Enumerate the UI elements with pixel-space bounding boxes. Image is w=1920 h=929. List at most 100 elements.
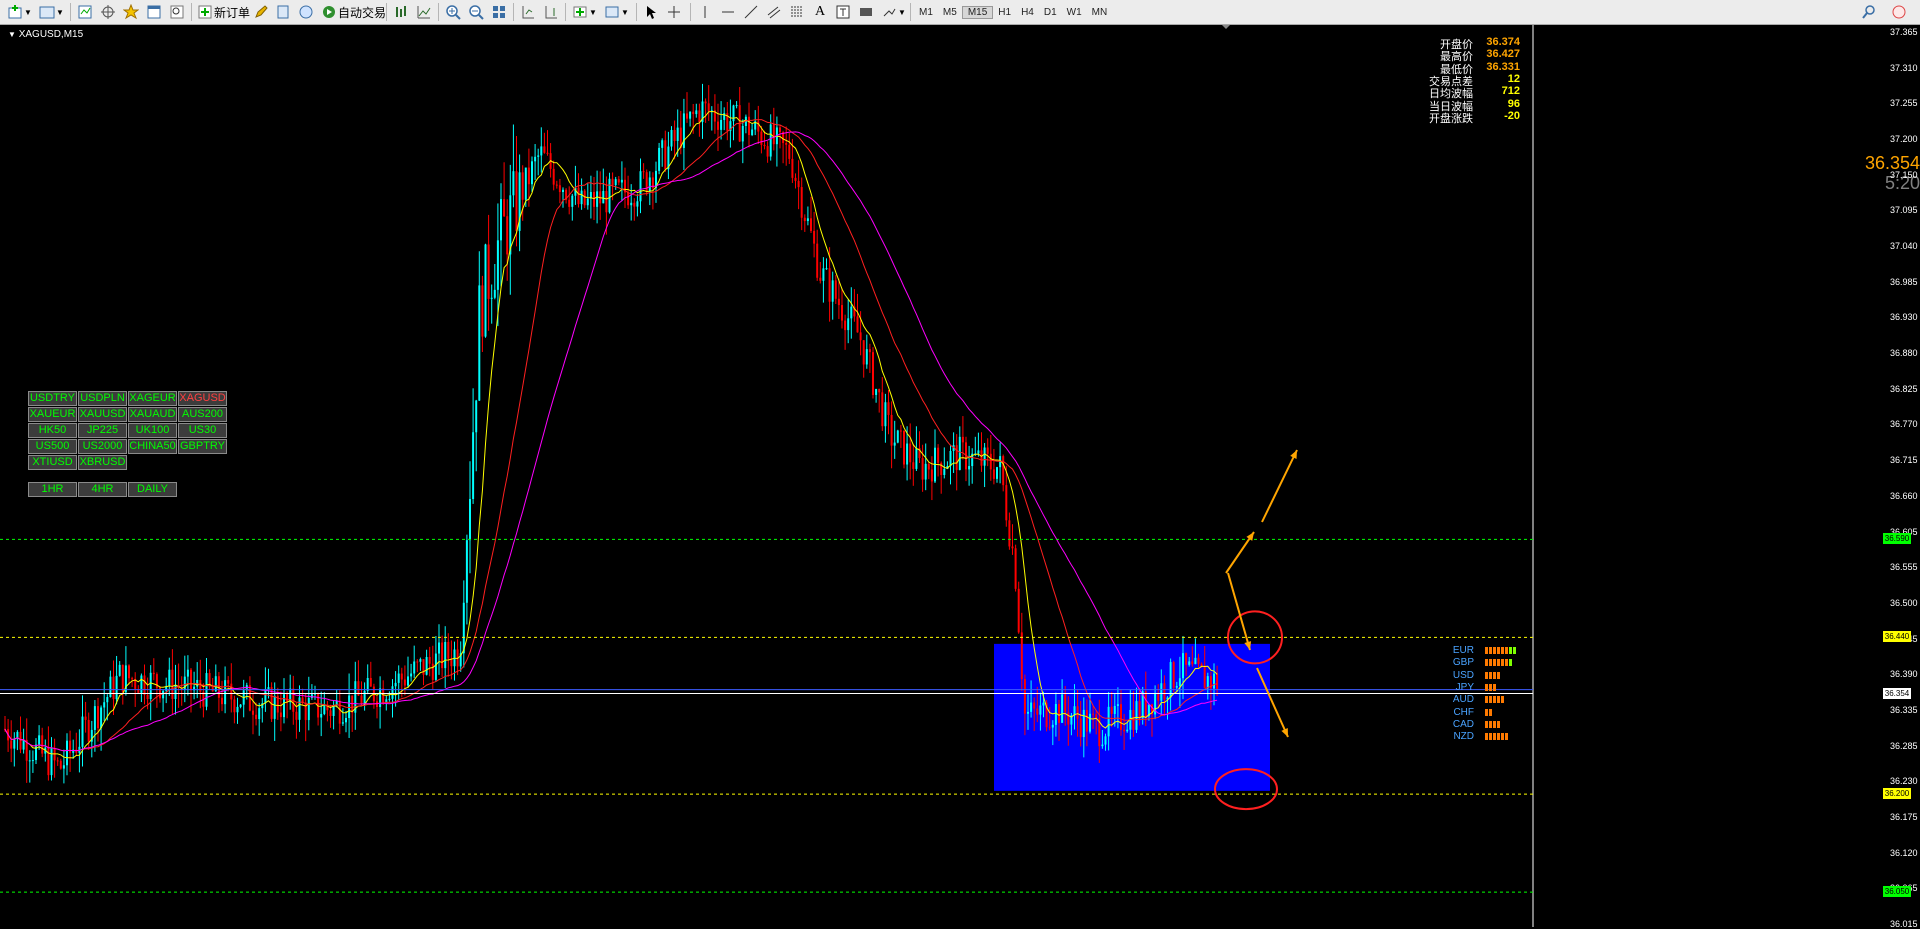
candle-body xyxy=(87,719,90,742)
symbol-button-usdpln[interactable]: USDPLN xyxy=(78,391,127,406)
period-button-4hr[interactable]: 4HR xyxy=(78,482,127,497)
period-button-daily[interactable]: DAILY xyxy=(128,482,177,497)
chart-shift-button[interactable] xyxy=(519,2,537,22)
symbol-button-aus200[interactable]: AUS200 xyxy=(178,407,227,422)
symbol-button-hk50[interactable]: HK50 xyxy=(28,423,77,438)
vertical-line-tool[interactable] xyxy=(696,2,714,22)
strength-bar xyxy=(1485,659,1512,667)
text-tool[interactable]: A xyxy=(811,2,829,22)
strength-bar xyxy=(1485,720,1500,728)
vertical-line-icon xyxy=(696,3,714,21)
tile-windows-button[interactable] xyxy=(490,2,508,22)
market-button[interactable] xyxy=(297,2,315,22)
candle-body xyxy=(534,156,537,162)
arrows-tool[interactable]: ▼ xyxy=(880,2,906,22)
symbol-button-xageur[interactable]: XAGEUR xyxy=(128,391,177,406)
symbol-button-us30[interactable]: US30 xyxy=(178,423,227,438)
candle-body xyxy=(676,127,679,141)
symbol-button-gbptry[interactable]: GBPTRY xyxy=(178,439,227,454)
new-chart-button[interactable]: ▼ xyxy=(6,2,32,22)
new-order-button[interactable]: 新订单 xyxy=(196,2,250,22)
crosshair-tool[interactable] xyxy=(665,2,683,22)
symbol-button-usdtry[interactable]: USDTRY xyxy=(28,391,77,406)
timeframe-mn[interactable]: MN xyxy=(1087,7,1113,18)
candle-body xyxy=(627,192,630,206)
candle-body xyxy=(630,202,633,206)
market-watch-button[interactable] xyxy=(76,2,94,22)
fibonacci-tool[interactable] xyxy=(788,2,806,22)
metaeditor-button[interactable] xyxy=(252,2,270,22)
timeframe-h4[interactable]: H4 xyxy=(1016,7,1039,18)
candle-body xyxy=(345,717,347,723)
timeframe-w1[interactable]: W1 xyxy=(1062,7,1087,18)
templates-button[interactable]: ▼ xyxy=(603,2,629,22)
candle-body xyxy=(568,199,571,207)
candle-body xyxy=(980,450,983,466)
search-button[interactable] xyxy=(1860,2,1878,22)
rectangle-label-tool[interactable] xyxy=(857,2,875,22)
symbol-button-xbrusd[interactable]: XBRUSD xyxy=(78,455,127,470)
candle-body xyxy=(410,673,413,677)
indicators-button[interactable]: ▼ xyxy=(571,2,597,22)
price-tick-label: 36.015 xyxy=(1890,919,1918,929)
candle-body xyxy=(115,675,118,700)
timeframe-d1[interactable]: D1 xyxy=(1039,7,1062,18)
notifications-button[interactable] xyxy=(1890,2,1908,22)
autoscroll-button[interactable] xyxy=(542,2,560,22)
market-watch-icon xyxy=(76,3,94,21)
symbol-button-xtiusd[interactable]: XTIUSD xyxy=(28,455,77,470)
symbol-button-xauusd[interactable]: XAUUSD xyxy=(78,407,127,422)
fibonacci-icon xyxy=(788,3,806,21)
candle-body xyxy=(698,110,701,123)
symbol-button-china50[interactable]: CHINA50 xyxy=(128,439,177,454)
candle-body xyxy=(478,285,481,401)
horizontal-line-tool[interactable] xyxy=(719,2,737,22)
signals-button[interactable] xyxy=(274,2,292,22)
candle-body xyxy=(329,710,332,716)
candle-body xyxy=(425,657,428,675)
candle-body xyxy=(803,217,806,222)
symbol-button-xauaud[interactable]: XAUAUD xyxy=(128,407,177,422)
candle-body xyxy=(84,716,87,720)
auto-trade-button[interactable]: 自动交易 xyxy=(320,2,386,22)
symbol-button-jp225[interactable]: JP225 xyxy=(78,423,127,438)
data-window-button[interactable] xyxy=(99,2,117,22)
timeframe-m1[interactable]: M1 xyxy=(914,7,938,18)
candle-body xyxy=(28,760,31,762)
candle-body xyxy=(273,695,276,719)
channel-tool[interactable] xyxy=(765,2,783,22)
candle-body xyxy=(447,641,450,659)
chart-canvas[interactable] xyxy=(0,25,1920,927)
candle-body xyxy=(22,739,25,750)
timeframe-m15[interactable]: M15 xyxy=(961,5,994,19)
chart-shift-marker xyxy=(1222,25,1230,29)
text-label-tool[interactable] xyxy=(834,2,852,22)
candle-body xyxy=(506,216,509,255)
symbol-button-xagusd[interactable]: XAGUSD xyxy=(178,391,227,406)
timeframe-h1[interactable]: H1 xyxy=(993,7,1016,18)
symbol-button-us2000[interactable]: US2000 xyxy=(78,439,127,454)
tester-button[interactable] xyxy=(168,2,186,22)
candle-body xyxy=(546,152,549,154)
profiles-button[interactable]: ▼ xyxy=(38,2,64,22)
zoom-out-button[interactable] xyxy=(467,2,485,22)
zoom-in-button[interactable] xyxy=(444,2,462,22)
symbol-button-uk100[interactable]: UK100 xyxy=(128,423,177,438)
timeframe-m5[interactable]: M5 xyxy=(938,7,962,18)
autoscroll-icon xyxy=(542,3,560,21)
candle-body xyxy=(1126,729,1129,732)
navigator-button[interactable] xyxy=(122,2,140,22)
symbol-button-us500[interactable]: US500 xyxy=(28,439,77,454)
candle-body xyxy=(121,664,124,693)
bar-chart-button[interactable] xyxy=(392,2,410,22)
candle-body xyxy=(47,747,50,776)
candle-body xyxy=(958,436,961,470)
period-button-1hr[interactable]: 1HR xyxy=(28,482,77,497)
candle-body xyxy=(847,318,850,331)
price-chart[interactable]: ▼ XAGUSD,M15 USDTRY USDPLN XAGEUR XAGUSD XAU… xyxy=(0,25,1920,929)
line-chart-button[interactable] xyxy=(415,2,433,22)
cursor-tool[interactable] xyxy=(642,2,660,22)
terminal-button[interactable] xyxy=(145,2,163,22)
trendline-tool[interactable] xyxy=(742,2,760,22)
symbol-button-xaueur[interactable]: XAUEUR xyxy=(28,407,77,422)
